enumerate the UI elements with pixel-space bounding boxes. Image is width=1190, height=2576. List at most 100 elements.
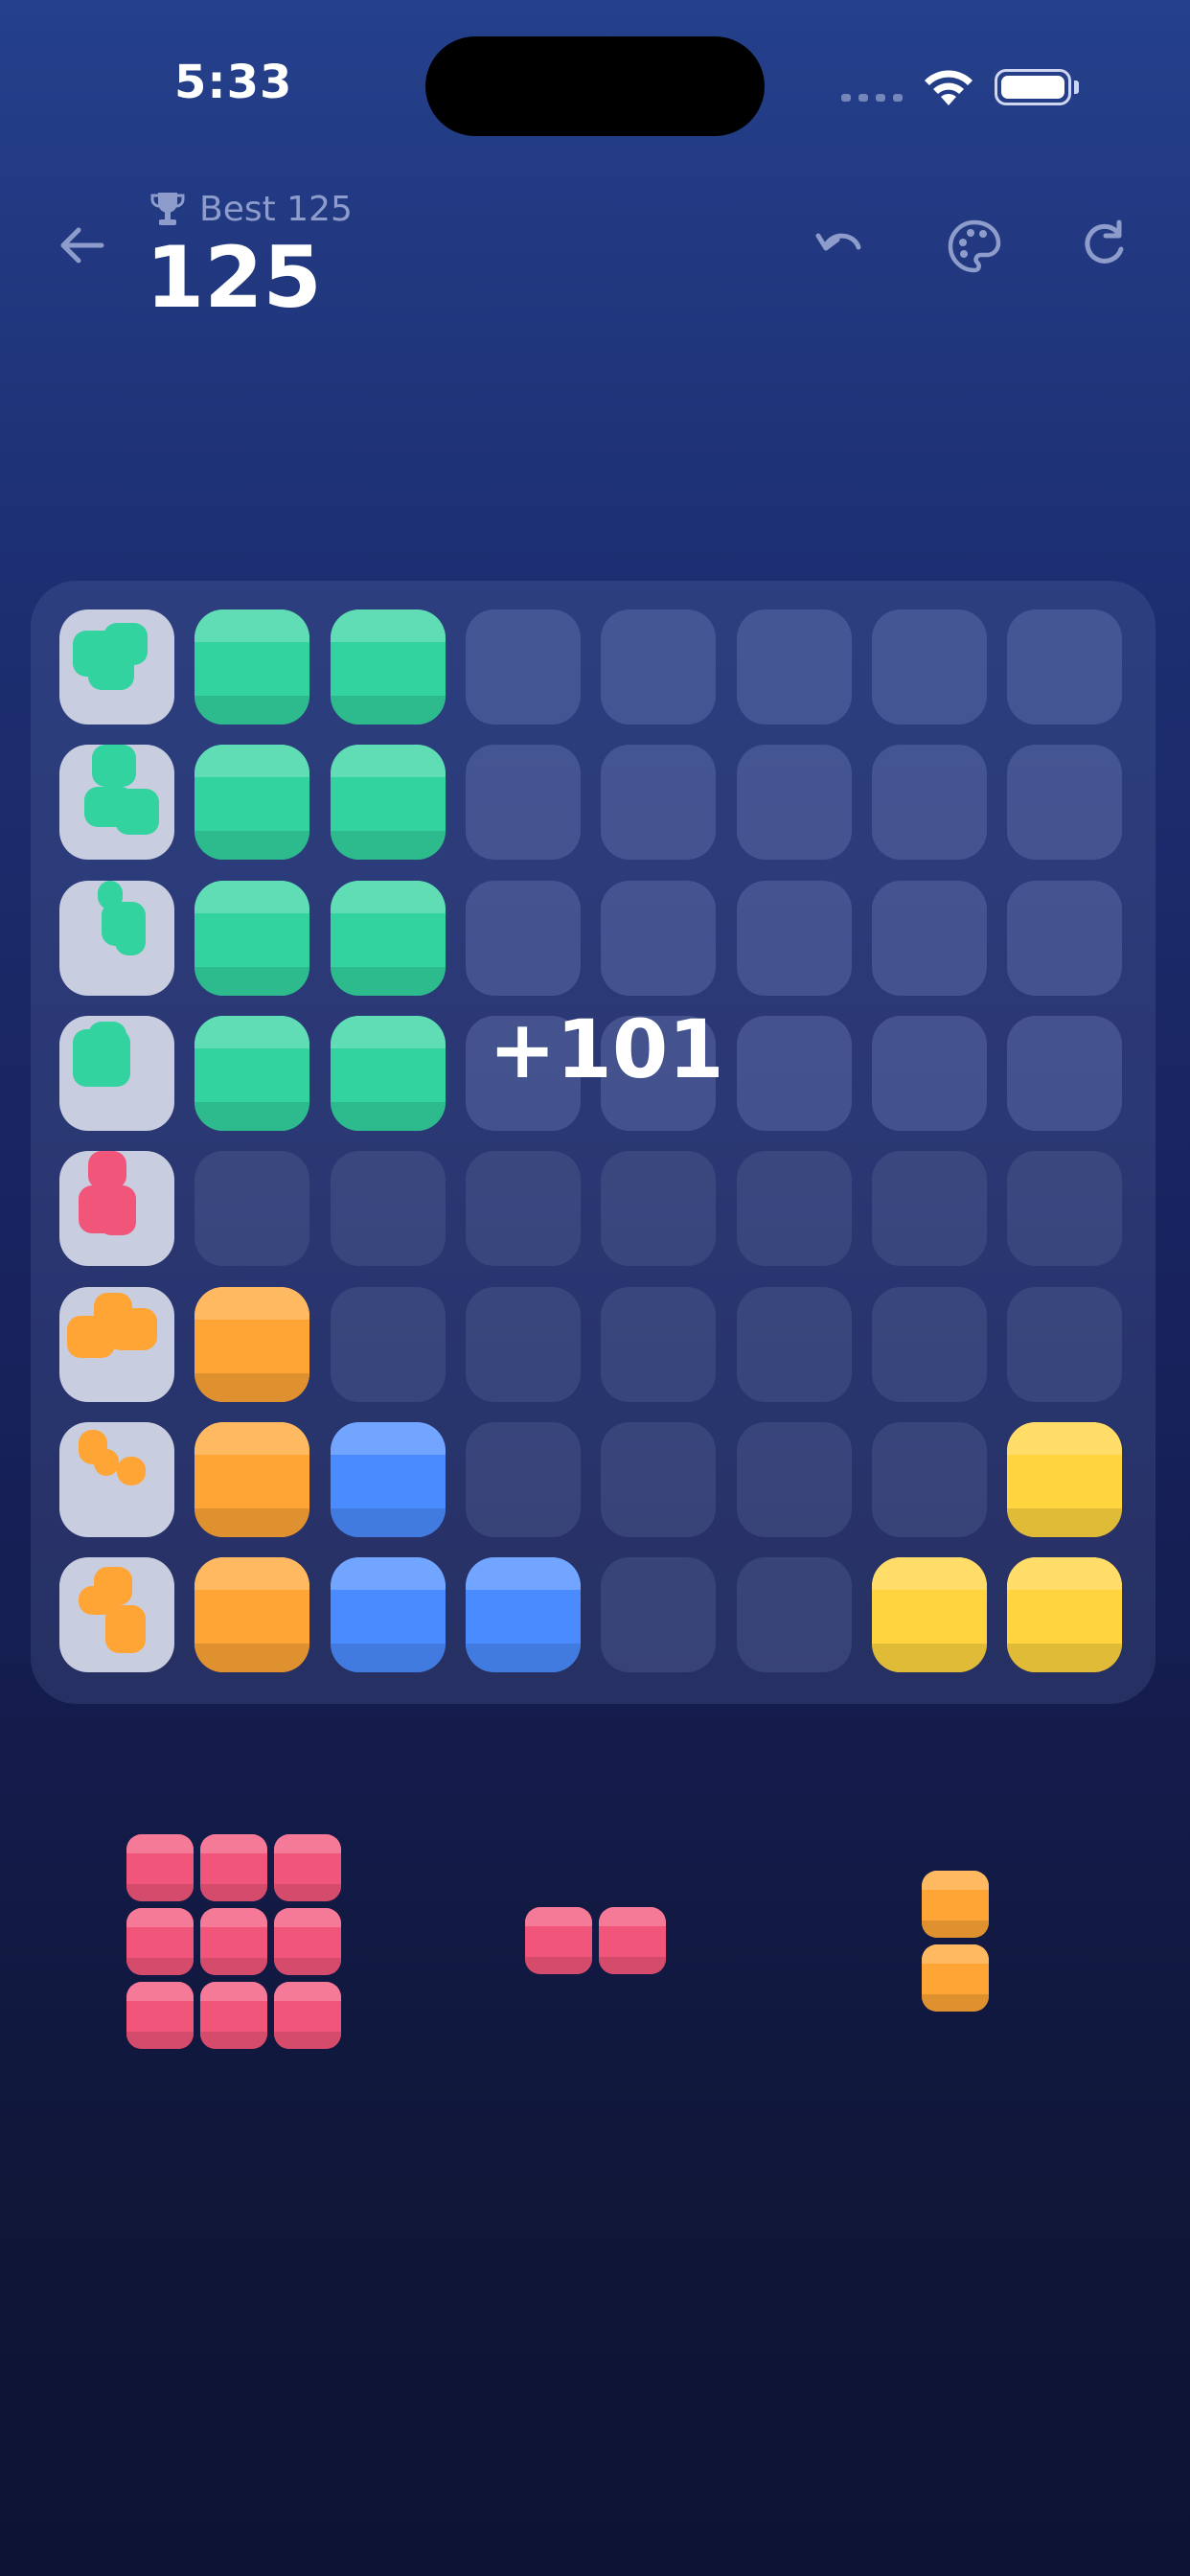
piece-block — [126, 1908, 194, 1975]
piece-block — [126, 1834, 194, 1901]
board-cell-empty — [871, 1015, 987, 1131]
board-cell-empty — [601, 1286, 717, 1402]
board-cell-empty — [871, 1151, 987, 1267]
piece-block — [126, 1982, 194, 2049]
board-cell-empty — [1007, 880, 1123, 996]
board-cell-grey-green — [59, 745, 174, 861]
board-cell-empty — [465, 1151, 581, 1267]
board-cell-empty — [195, 1151, 310, 1267]
board-cell-grey-green — [59, 610, 174, 724]
combo-score-popup: +101 — [489, 1002, 724, 1096]
best-score-label: Best 125 — [199, 189, 353, 229]
undo-icon[interactable] — [812, 217, 872, 276]
paint-splotch — [94, 1448, 119, 1476]
board-cell-empty — [736, 745, 852, 861]
piece-block — [200, 1982, 267, 2049]
board-cell-empty — [1007, 745, 1123, 861]
board-cell-empty — [871, 610, 987, 724]
board-cell-empty — [465, 745, 581, 861]
board-cell-empty — [601, 745, 717, 861]
board-cell-empty — [871, 1286, 987, 1402]
paint-splotch — [115, 789, 159, 836]
board-cell-empty — [736, 1421, 852, 1537]
board-cell-orange — [195, 1286, 310, 1402]
board-cell-empty — [1007, 610, 1123, 724]
board-cell-empty — [736, 880, 852, 996]
board-cell-green — [195, 880, 310, 996]
board-cell-grey-green — [59, 880, 174, 996]
board-cell-empty — [601, 880, 717, 996]
wifi-icon — [925, 70, 973, 105]
board-cell-green — [330, 745, 446, 861]
piece-block — [274, 1834, 341, 1901]
paint-splotch — [88, 1021, 126, 1060]
board-cell-green — [195, 610, 310, 724]
board-cell-green — [195, 745, 310, 861]
board-cell-grey-green — [59, 1015, 174, 1131]
board-cell-empty — [736, 1015, 852, 1131]
board-cell-empty — [601, 610, 717, 724]
trophy-icon — [150, 193, 185, 225]
board-cell-blue — [330, 1557, 446, 1673]
paint-splotch — [92, 745, 136, 788]
paint-splotch — [117, 1456, 146, 1485]
paint-splotch — [98, 1208, 136, 1236]
board-cell-orange — [195, 1557, 310, 1673]
paint-splotch — [105, 1605, 146, 1654]
piece-block — [922, 1944, 989, 2012]
paint-splotch — [88, 652, 134, 690]
board-cell-green — [330, 880, 446, 996]
status-indicators — [841, 65, 1081, 113]
board-cell-empty — [736, 1557, 852, 1673]
back-arrow-icon[interactable] — [54, 217, 111, 274]
piece-block — [922, 1871, 989, 1938]
board-cell-grey-pink — [59, 1151, 174, 1267]
piece-block — [599, 1907, 666, 1974]
board-cell-empty — [465, 1421, 581, 1537]
palette-icon[interactable] — [945, 217, 1004, 276]
board-cell-green — [330, 610, 446, 724]
board-cell-empty — [871, 880, 987, 996]
board-cell-blue — [330, 1421, 446, 1537]
paint-splotch — [107, 1307, 157, 1350]
board-cell-empty — [465, 880, 581, 996]
board-cell-yellow — [1007, 1421, 1123, 1537]
piece-block — [200, 1834, 267, 1901]
piece-block — [525, 1907, 592, 1974]
board-cell-empty — [871, 745, 987, 861]
board-cell-empty — [736, 610, 852, 724]
paint-splotch — [115, 922, 146, 955]
restart-icon[interactable] — [1075, 217, 1134, 276]
board-cell-empty — [465, 1286, 581, 1402]
piece-square-3x3[interactable] — [126, 1834, 348, 2056]
paint-splotch — [88, 1151, 126, 1190]
cellular-signal-icon — [841, 94, 904, 102]
board-cell-empty — [1007, 1015, 1123, 1131]
board-cell-blue — [465, 1557, 581, 1673]
current-score: 125 — [146, 228, 322, 327]
battery-icon — [995, 69, 1071, 105]
piece-block — [200, 1908, 267, 1975]
board-cell-empty — [736, 1286, 852, 1402]
board-cell-empty — [330, 1151, 446, 1267]
board-cell-yellow — [871, 1557, 987, 1673]
status-time: 5:33 — [174, 56, 293, 109]
board-cell-yellow — [1007, 1557, 1123, 1673]
board-cell-green — [330, 1015, 446, 1131]
piece-block — [274, 1982, 341, 2049]
board-cell-empty — [330, 1286, 446, 1402]
board-cell-empty — [601, 1421, 717, 1537]
board-cell-empty — [601, 1151, 717, 1267]
dynamic-island — [425, 36, 765, 136]
board-cell-empty — [871, 1421, 987, 1537]
piece-vertical-2[interactable] — [922, 1871, 995, 2018]
game-board[interactable] — [31, 581, 1156, 1704]
piece-block — [274, 1908, 341, 1975]
board-cell-empty — [601, 1557, 717, 1673]
board-cell-grey-orange — [59, 1557, 174, 1673]
board-cell-orange — [195, 1421, 310, 1537]
piece-bar-2[interactable] — [525, 1907, 673, 1981]
board-cell-empty — [1007, 1151, 1123, 1267]
board-cell-empty — [736, 1151, 852, 1267]
board-cell-green — [195, 1015, 310, 1131]
